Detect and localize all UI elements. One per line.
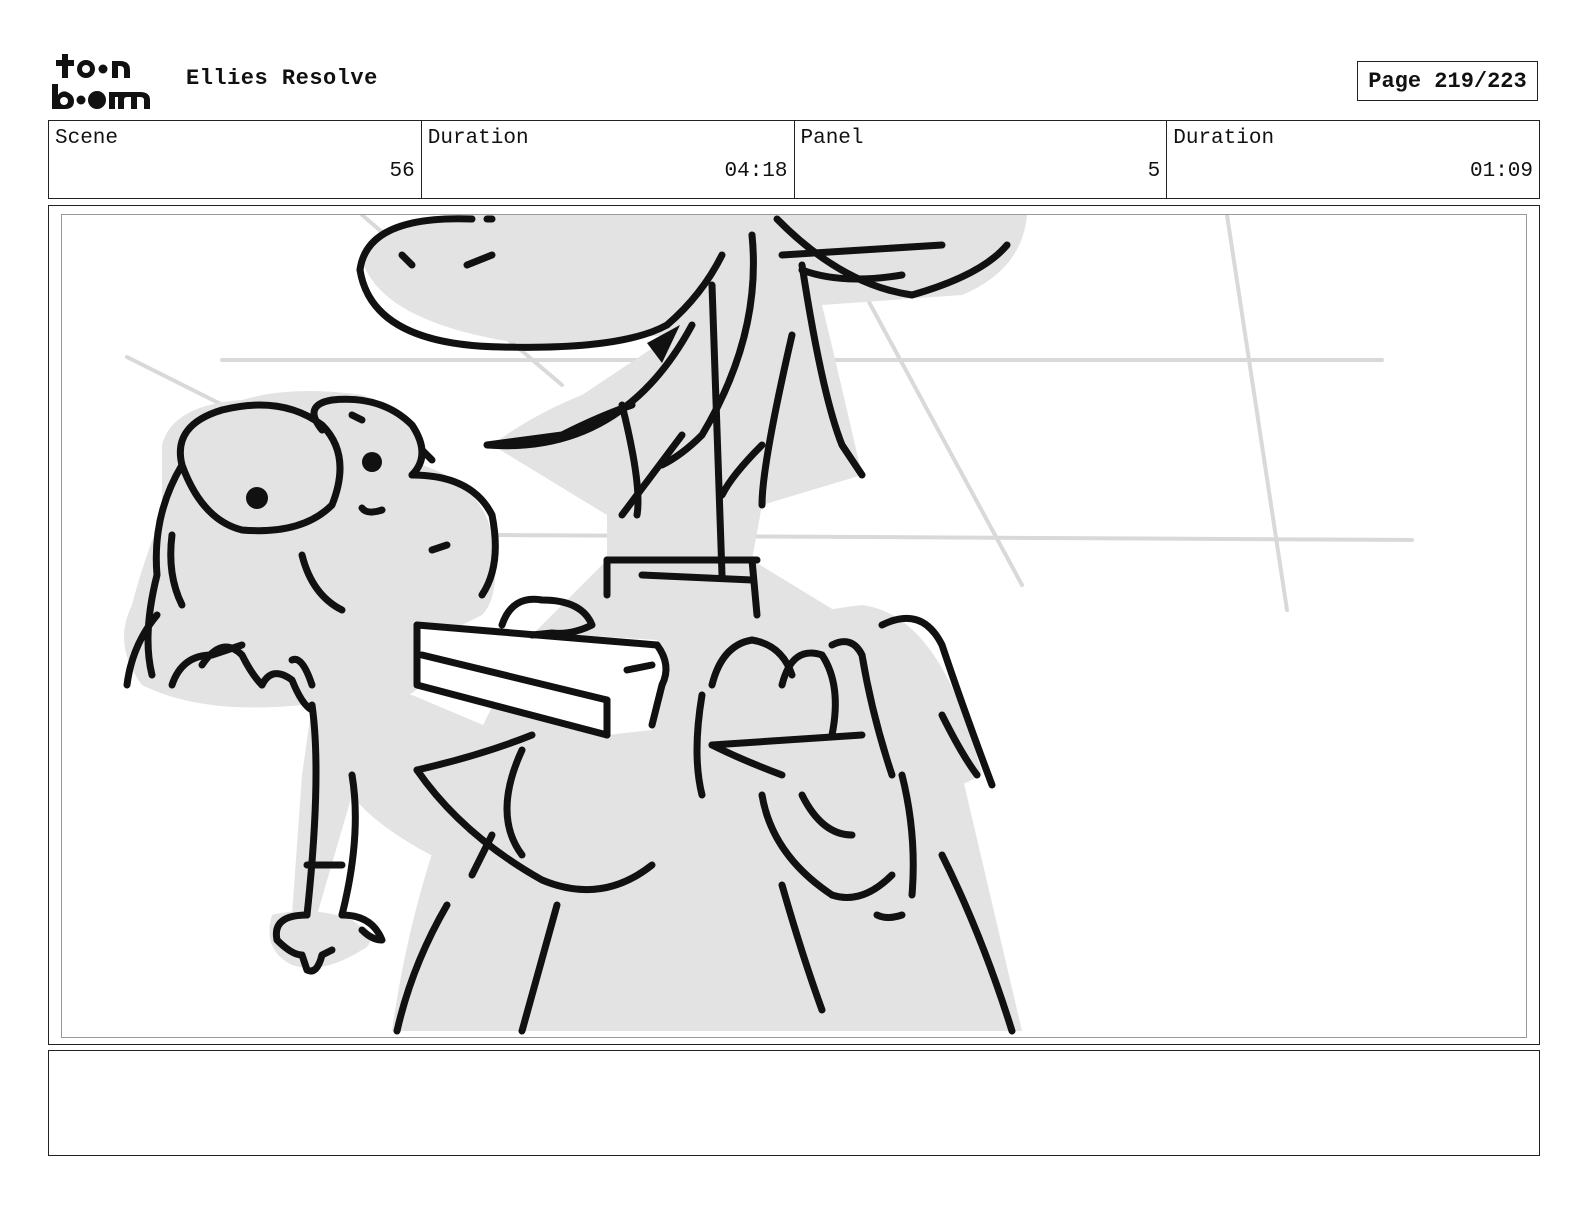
panel-value: 5 xyxy=(1147,160,1161,183)
panel-label: Panel xyxy=(800,127,864,150)
page-indicator: Page 219/223 xyxy=(1357,61,1538,101)
scene-cell: Scene 56 xyxy=(49,121,422,198)
scene-info-table: Scene 56 Duration 04:18 Panel 5 Duration… xyxy=(48,120,1540,199)
panel-cell: Panel 5 xyxy=(795,121,1168,198)
scene-value: 56 xyxy=(389,160,415,183)
toon-boom-logo xyxy=(50,52,164,110)
scene-duration-label: Duration xyxy=(427,127,529,150)
scene-label: Scene xyxy=(55,127,119,150)
document-title: Ellies Resolve xyxy=(186,66,378,91)
scene-duration-cell: Duration 04:18 xyxy=(422,121,795,198)
panel-notes-box xyxy=(48,1050,1540,1156)
panel-duration-value: 01:09 xyxy=(1469,160,1533,183)
panel-duration-label: Duration xyxy=(1173,127,1275,150)
storyboard-panel-image xyxy=(61,214,1527,1038)
storyboard-sketch xyxy=(123,215,1414,1035)
panel-duration-cell: Duration 01:09 xyxy=(1167,121,1539,198)
storyboard-panel-frame xyxy=(48,205,1540,1045)
scene-duration-value: 04:18 xyxy=(724,160,788,183)
